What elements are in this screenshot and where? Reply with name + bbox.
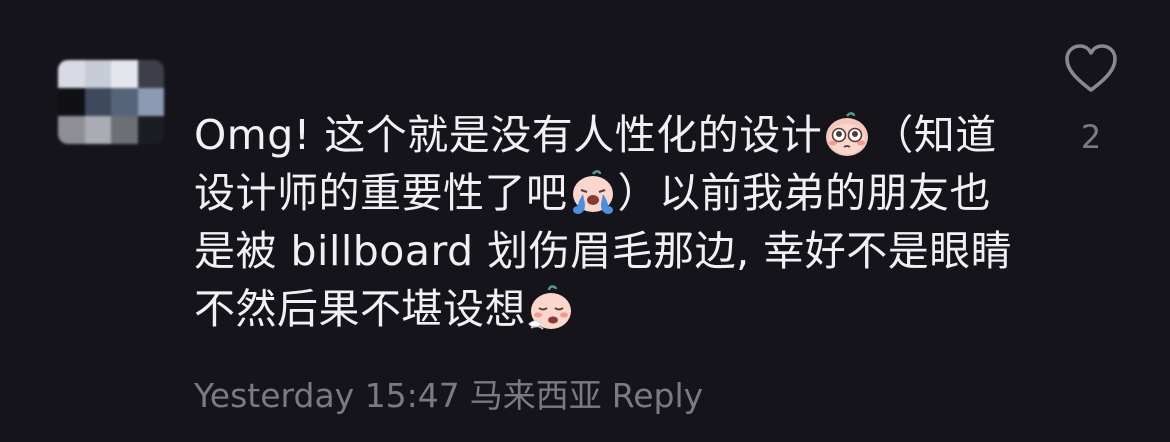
pleading-face-emoji-icon: [823, 110, 871, 158]
avatar-pixel: [137, 60, 164, 88]
comment-line-1b-text: （知道: [872, 111, 997, 159]
avatar-pixel: [137, 88, 164, 116]
avatar-pixel: [111, 60, 138, 88]
reply-button[interactable]: Reply: [612, 376, 703, 415]
avatar-pixel: [84, 88, 111, 116]
like-count: 2: [1080, 118, 1102, 156]
avatar-pixel: [84, 60, 111, 88]
comment-line-3: 是被 billboard 划伤眉毛那边, 幸好不是眼睛: [194, 222, 1024, 280]
avatar-pixel: [111, 116, 138, 144]
timestamp: Yesterday 15:47: [194, 376, 460, 415]
avatar-pixel: [58, 116, 85, 144]
comment-line-2-text: 设计师的重要性了吧: [194, 169, 568, 217]
comment-meta: Yesterday 15:47 马来西亚 Reply: [194, 374, 703, 418]
comment-line-3-text: 是被 billboard 划伤眉毛那边, 幸好不是眼睛: [194, 227, 1013, 275]
crying-face-emoji-icon: [569, 168, 617, 216]
comment-line-1: Omg! 这个就是没有人性化的设计 （知道: [194, 106, 1024, 164]
avatar-pixel: [84, 116, 111, 144]
heart-outline-icon[interactable]: [1063, 42, 1119, 94]
avatar-pixel: [58, 88, 85, 116]
comment-line-2: 设计师的重要性了吧 ）以前我弟的朋友也: [194, 164, 1024, 222]
avatar-pixel: [58, 60, 85, 88]
avatar[interactable]: [58, 60, 164, 144]
location: 马来西亚: [469, 376, 602, 415]
avatar-pixel: [111, 88, 138, 116]
comment-text: Omg! 这个就是没有人性化的设计 （知道 设计师的重要性了吧 ）以前我弟的朋友…: [194, 106, 1024, 338]
comment-line-4: 不然后果不堪设想: [194, 280, 1024, 338]
like-button[interactable]: 2: [1060, 42, 1122, 156]
comment-item: Omg! 这个就是没有人性化的设计 （知道 设计师的重要性了吧 ）以前我弟的朋友…: [0, 0, 1170, 442]
comment-line-2b-text: ）以前我弟的朋友也: [617, 169, 991, 217]
avatar-pixel: [137, 116, 164, 144]
comment-line-1-text: Omg! 这个就是没有人性化的设计: [194, 111, 823, 159]
exhausted-face-emoji-icon: [527, 284, 575, 332]
comment-line-4-text: 不然后果不堪设想: [194, 285, 526, 333]
